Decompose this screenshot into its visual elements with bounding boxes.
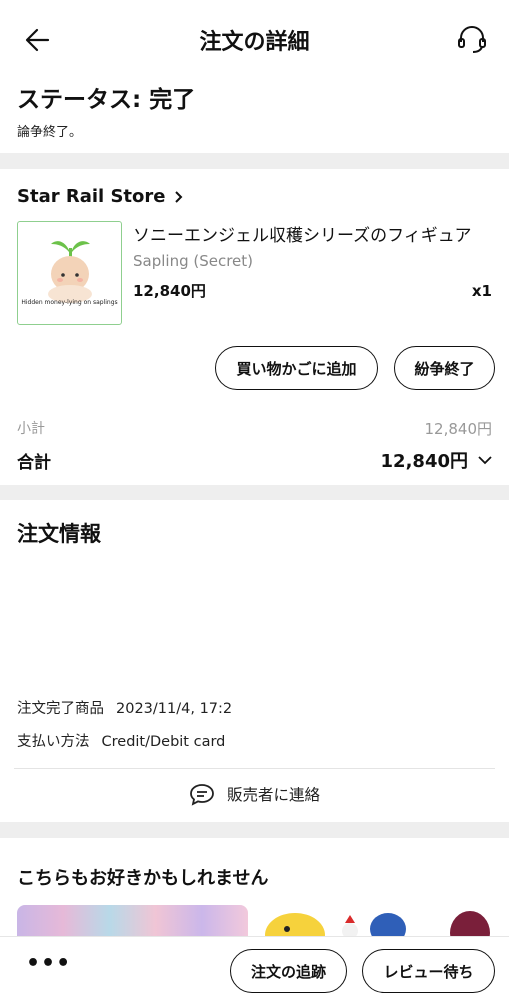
store-name: Star Rail Store: [17, 186, 166, 207]
total-value: 12,840円: [380, 451, 468, 472]
payment-method-row: 支払い方法 Credit/Debit card: [17, 730, 225, 751]
awaiting-review-button[interactable]: レビュー待ち: [362, 949, 495, 993]
subtotal-label: 小計: [17, 421, 45, 437]
more-options-icon[interactable]: •••: [26, 951, 71, 976]
order-completed-row: 注文完了商品 2023/11/4, 17:2: [17, 697, 232, 718]
product-image-caption: Hidden money-lying on saplings: [21, 299, 118, 306]
payment-method-label: 支払い方法: [17, 734, 90, 750]
product-quantity: x1: [471, 282, 492, 300]
product-image[interactable]: Hidden money-lying on saplings: [17, 221, 122, 325]
track-order-button[interactable]: 注文の追跡: [230, 949, 347, 993]
store-link[interactable]: Star Rail Store: [17, 186, 184, 207]
product-variant: Sapling (Secret): [133, 252, 254, 270]
recommendations-title: こちらもお好きかもしれません: [17, 868, 269, 889]
dispute-end-button[interactable]: 紛争終了: [394, 346, 495, 390]
page-title: 注文の詳細: [199, 30, 310, 55]
total-toggle[interactable]: 12,840円: [381, 447, 492, 473]
order-completed-label: 注文完了商品: [17, 701, 104, 717]
section-divider: [0, 822, 509, 838]
header: 注文の詳細: [0, 0, 509, 78]
chevron-down-icon: [478, 456, 492, 465]
divider: [14, 768, 495, 769]
section-divider: [0, 485, 509, 500]
add-to-cart-button[interactable]: 買い物かごに追加: [215, 346, 378, 390]
subtotal-value: 12,840円: [424, 420, 493, 438]
contact-seller-button[interactable]: 販売者に連絡: [0, 782, 509, 806]
product-price: 12,840円: [133, 282, 206, 300]
order-info-title: 注文情報: [17, 522, 101, 546]
chevron-right-icon: [174, 190, 182, 203]
total-label: 合計: [17, 453, 51, 473]
chat-bubble-icon: [190, 784, 214, 806]
status-title: ステータス: 完了: [17, 87, 196, 113]
order-completed-value: 2023/11/4, 17:2: [116, 701, 233, 717]
section-divider: [0, 153, 509, 169]
bottom-action-bar: ••• 注文の追跡 レビュー待ち: [0, 936, 509, 999]
doll-figure-icon: [48, 241, 92, 303]
payment-method-value: Credit/Debit card: [101, 734, 226, 750]
product-title[interactable]: ソニーエンジェル収穫シリーズのフィギュア: [133, 221, 493, 246]
contact-seller-label: 販売者に連絡: [226, 786, 320, 804]
headset-support-icon[interactable]: [455, 22, 489, 56]
status-subtitle: 論争終了。: [17, 125, 83, 140]
